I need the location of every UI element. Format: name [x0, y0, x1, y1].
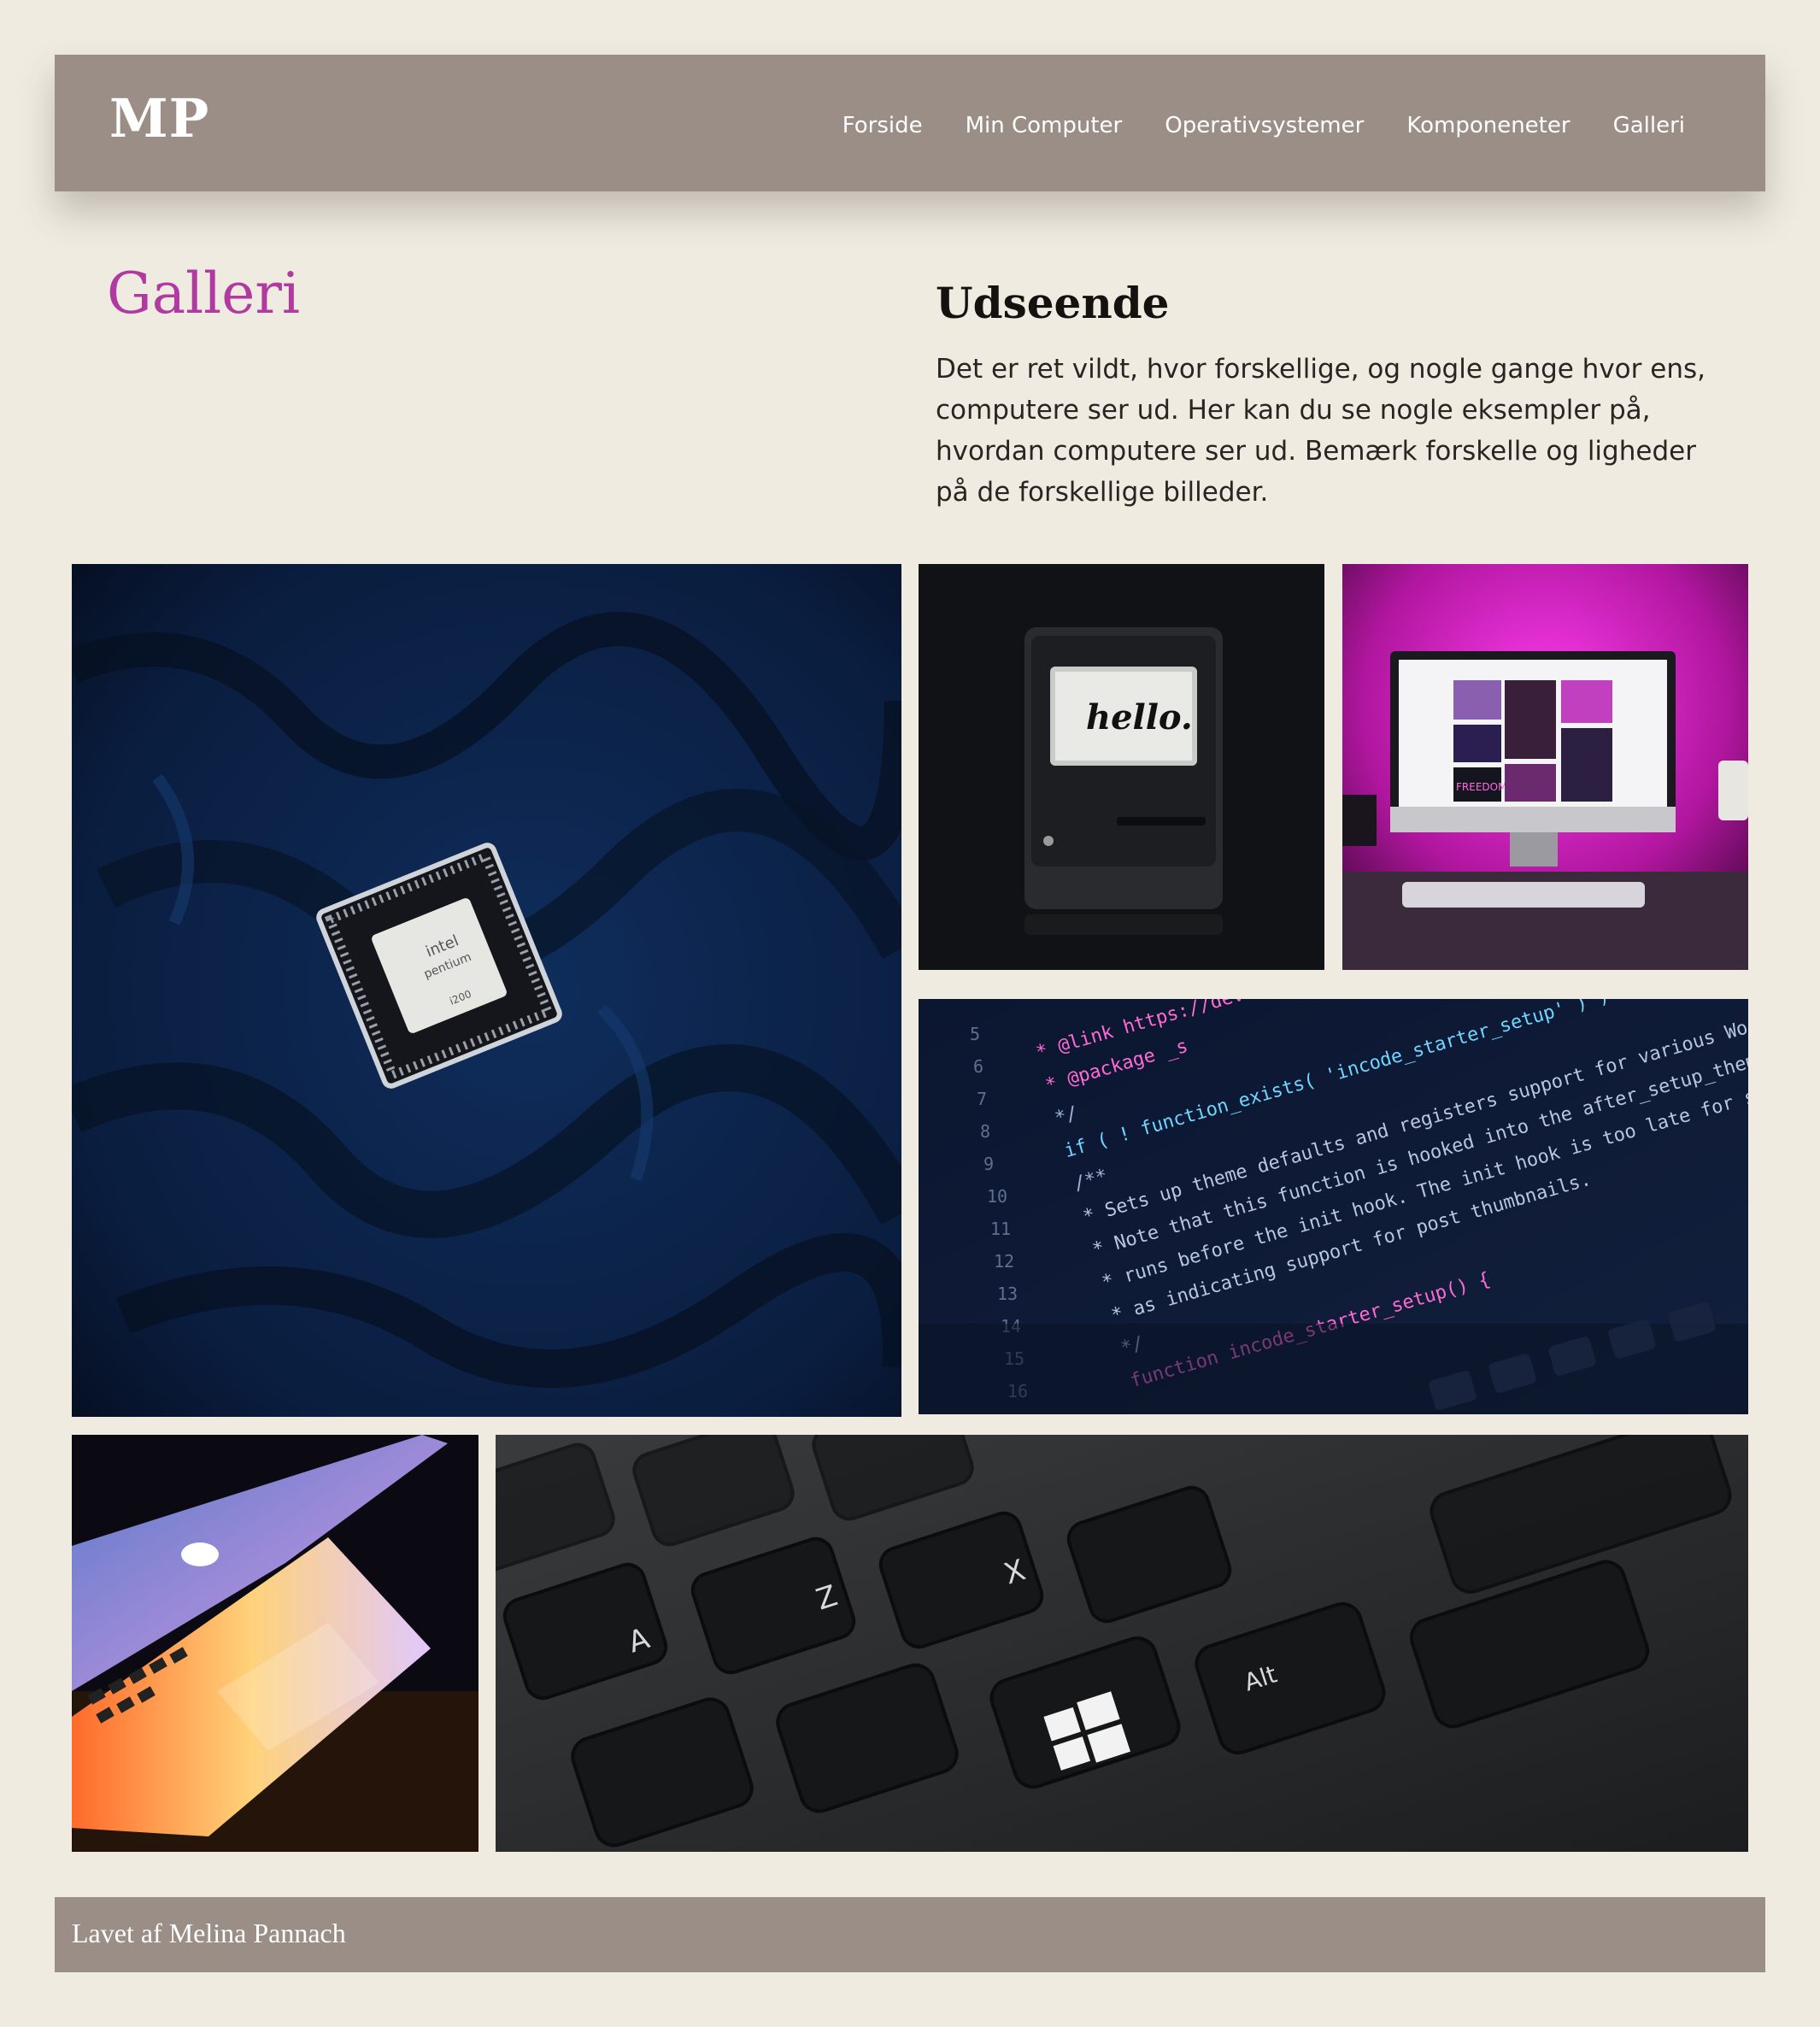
- code-line-number-13: 13: [997, 1284, 1018, 1304]
- site-header: MP Forside Min Computer Operativsystemer…: [55, 55, 1765, 191]
- gallery-image-keyboard[interactable]: A Z X Alt: [496, 1435, 1748, 1852]
- cpu-photo: intel pentium i200: [72, 564, 901, 1417]
- imac-photo: FREEDOM: [1342, 564, 1748, 970]
- gallery-image-cpu[interactable]: intel pentium i200: [72, 564, 901, 1417]
- code-photo: 5 6 7 8 9 10 11 12 13 14 15 16 * @link h…: [919, 999, 1748, 1414]
- page-title: Galleri: [107, 261, 301, 326]
- code-line-number-8: 8: [980, 1121, 990, 1142]
- keyboard-photo: A Z X Alt: [496, 1435, 1748, 1852]
- gallery-image-code[interactable]: 5 6 7 8 9 10 11 12 13 14 15 16 * @link h…: [919, 999, 1748, 1414]
- macintosh-photo: hello.: [919, 564, 1324, 970]
- code-line-number-6: 6: [973, 1056, 983, 1077]
- code-line-number-7: 7: [977, 1089, 987, 1109]
- nav-link-komponeneter[interactable]: Komponeneter: [1406, 113, 1570, 138]
- site-footer: Lavet af Melina Pannach: [55, 1897, 1765, 1972]
- nav-link-operativsystemer[interactable]: Operativsystemer: [1165, 113, 1364, 138]
- macintosh-screen-text: hello.: [1086, 697, 1193, 737]
- gallery-image-macintosh[interactable]: hello.: [919, 564, 1324, 970]
- code-line-number-11: 11: [990, 1219, 1011, 1239]
- imac-poster-text: FREEDOM: [1456, 781, 1506, 793]
- gallery-image-macbook[interactable]: [72, 1435, 478, 1852]
- main-nav: Forside Min Computer Operativsystemer Ko…: [842, 113, 1685, 138]
- nav-link-min-computer[interactable]: Min Computer: [966, 113, 1123, 138]
- gallery-image-imac[interactable]: FREEDOM: [1342, 564, 1748, 970]
- intro-text: Det er ret vildt, hvor forskellige, og n…: [936, 354, 1706, 508]
- nav-link-galleri[interactable]: Galleri: [1613, 113, 1685, 138]
- code-line-number-12: 12: [994, 1251, 1014, 1272]
- site-logo[interactable]: MP: [109, 87, 209, 150]
- code-line-number-9: 9: [983, 1154, 994, 1174]
- footer-credit: Lavet af Melina Pannach: [72, 1918, 346, 1948]
- code-line-number-5: 5: [970, 1024, 980, 1044]
- nav-link-forside[interactable]: Forside: [842, 113, 923, 138]
- code-line-number-10: 10: [987, 1186, 1007, 1207]
- macbook-photo: [72, 1435, 478, 1852]
- section-title: Udseende: [936, 278, 1170, 328]
